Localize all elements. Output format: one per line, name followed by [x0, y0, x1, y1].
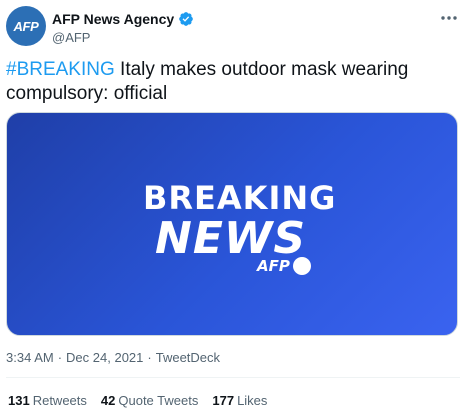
- likes-stat[interactable]: 177 Likes: [212, 393, 267, 408]
- avatar[interactable]: AFP: [6, 6, 46, 46]
- meta-separator: ·: [147, 350, 152, 365]
- tweet-date[interactable]: Dec 24, 2021: [66, 350, 143, 365]
- tweet-time[interactable]: 3:34 AM: [6, 350, 54, 365]
- author-block: AFP News Agency @AFP: [52, 10, 194, 45]
- engagement-stats: 131 Retweets 42 Quote Tweets 177 Likes: [8, 393, 281, 408]
- graphic-headline-top: BREAKING: [143, 179, 337, 217]
- more-options-icon[interactable]: [438, 10, 460, 26]
- breaking-news-graphic: BREAKING NEWS AFP: [7, 113, 457, 335]
- afp-logo-text: AFP: [257, 257, 290, 275]
- divider: [6, 377, 460, 378]
- likes-count: 177: [212, 393, 235, 408]
- handle[interactable]: @AFP: [52, 30, 194, 45]
- avatar-logo-text: AFP: [13, 18, 39, 34]
- quote-tweets-stat[interactable]: 42 Quote Tweets: [101, 393, 198, 408]
- media-image[interactable]: BREAKING NEWS AFP: [6, 112, 458, 336]
- quote-tweets-label: Quote Tweets: [118, 393, 199, 408]
- name-row: AFP News Agency: [52, 10, 194, 28]
- tweet-text: #BREAKING Italy makes outdoor mask weari…: [6, 58, 460, 106]
- verified-badge-icon: [178, 11, 194, 27]
- tweet-source[interactable]: TweetDeck: [156, 350, 220, 365]
- afp-logo: AFP: [257, 257, 311, 275]
- hashtag-link[interactable]: #BREAKING: [6, 59, 115, 80]
- display-name[interactable]: AFP News Agency: [52, 11, 174, 27]
- timestamp-row: 3:34 AM · Dec 24, 2021 · TweetDeck: [6, 350, 220, 365]
- likes-label: Likes: [237, 393, 268, 408]
- quote-tweets-count: 42: [100, 393, 116, 408]
- retweets-stat[interactable]: 131 Retweets: [8, 393, 87, 408]
- retweets-label: Retweets: [32, 393, 87, 408]
- meta-separator: ·: [57, 350, 63, 365]
- afp-logo-dot-icon: [292, 257, 311, 275]
- tweet-header: AFP AFP News Agency @AFP: [6, 4, 460, 52]
- retweets-count: 131: [8, 393, 30, 408]
- tweet: AFP AFP News Agency @AFP #BREAKING Italy…: [0, 0, 466, 408]
